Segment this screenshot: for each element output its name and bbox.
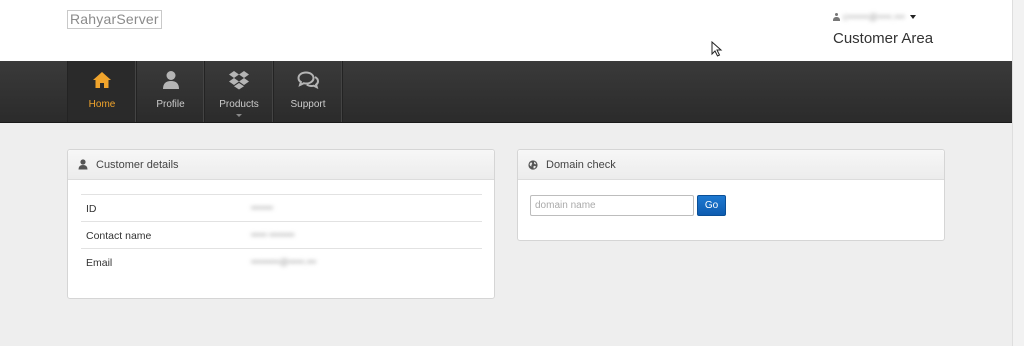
user-email: c••••••@••••.••• [843, 12, 905, 22]
nav-item-home[interactable]: Home [68, 61, 137, 122]
nav-label-products: Products [219, 99, 259, 110]
go-button[interactable]: Go [697, 195, 726, 216]
user-menu[interactable]: c••••••@••••.••• [833, 12, 916, 22]
domain-check-header: Domain check [518, 150, 944, 180]
domain-check-panel: Domain check Go [517, 149, 945, 241]
home-icon [91, 70, 113, 90]
table-row: Email •••••••••@•••••.••• [81, 249, 482, 276]
customer-details-table: ID ••••••• Contact name ••••• •••••••• E… [81, 194, 482, 276]
page-scrollbar[interactable] [1012, 0, 1024, 346]
user-icon [160, 70, 182, 90]
dropbox-icon [228, 70, 250, 90]
table-row: ID ••••••• [81, 195, 482, 222]
customer-details-panel: Customer details ID ••••••• Contact name… [67, 149, 495, 299]
table-row: Contact name ••••• •••••••• [81, 222, 482, 249]
row-value-contact-name: ••••• •••••••• [251, 230, 295, 240]
user-icon [833, 13, 840, 21]
nav-label-profile: Profile [156, 99, 185, 110]
domain-name-input[interactable] [530, 195, 694, 216]
nav-item-support[interactable]: Support [274, 61, 343, 122]
nav-label-support: Support [290, 99, 326, 110]
main-navbar: Home Profile Products Support [0, 61, 1024, 123]
submenu-caret-icon [236, 114, 242, 117]
top-header: RahyarServer c••••••@••••.••• Customer A… [0, 0, 1024, 61]
chat-bubbles-icon [297, 70, 319, 90]
row-label-id: ID [86, 203, 97, 215]
domain-check-title: Domain check [546, 158, 616, 171]
caret-down-icon [909, 15, 916, 19]
nav-label-home: Home [88, 99, 116, 110]
customer-details-header: Customer details [68, 150, 494, 180]
row-label-email: Email [86, 257, 113, 269]
customer-area-title: Customer Area [833, 30, 934, 47]
row-value-email: •••••••••@•••••.••• [251, 257, 317, 267]
site-logo[interactable]: RahyarServer [67, 10, 162, 29]
row-label-contact-name: Contact name [86, 230, 152, 242]
mouse-cursor-icon [711, 41, 723, 57]
user-icon [78, 159, 88, 170]
nav-items: Home Profile Products Support [67, 61, 343, 122]
customer-details-title: Customer details [96, 158, 179, 171]
nav-item-products[interactable]: Products [205, 61, 274, 122]
globe-icon [528, 159, 538, 170]
row-value-id: ••••••• [251, 203, 274, 213]
nav-item-profile[interactable]: Profile [137, 61, 205, 122]
